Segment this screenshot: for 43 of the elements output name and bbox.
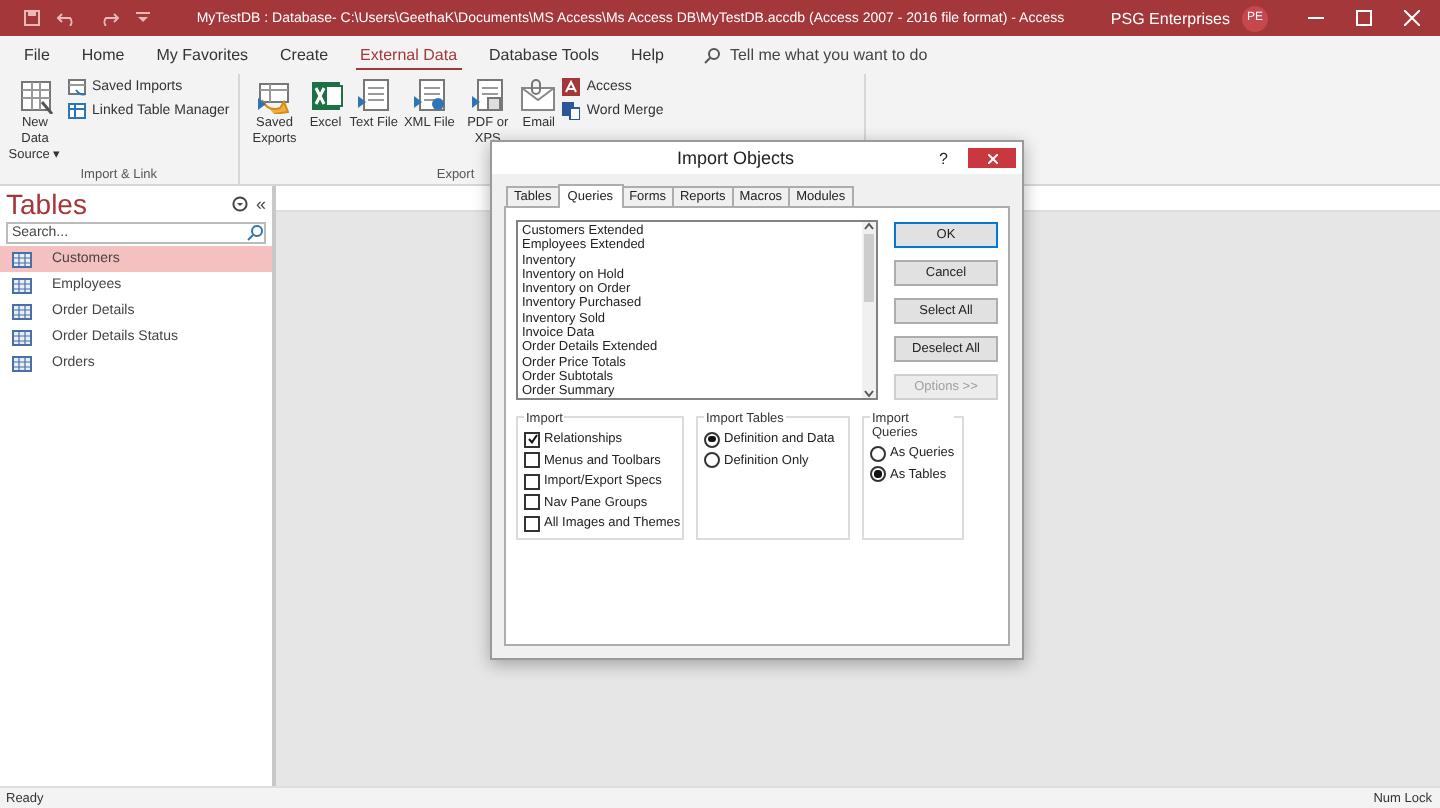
- radio-button[interactable]: [870, 445, 886, 461]
- account-name: PSG Enterprises: [1110, 9, 1230, 27]
- radio-button[interactable]: [704, 431, 720, 447]
- linked-table-icon: [68, 102, 86, 120]
- customize-caret-icon[interactable]: [136, 12, 150, 24]
- scrollbar-thumb[interactable]: [864, 234, 874, 302]
- menu-tab[interactable]: Home: [65, 42, 141, 68]
- scroll-down-icon[interactable]: [864, 390, 874, 398]
- table-icon: [12, 277, 32, 293]
- maximize-icon[interactable]: [1356, 10, 1372, 26]
- radio-button[interactable]: [870, 466, 886, 482]
- checkmark-icon: [527, 434, 537, 444]
- menu-tab[interactable]: Database Tools: [473, 42, 616, 68]
- table-icon: [12, 355, 32, 371]
- close-button[interactable]: [968, 148, 1016, 168]
- dialog-title: Import Objects: [675, 148, 797, 168]
- pane-title: Tables: [6, 188, 89, 220]
- checkbox[interactable]: [524, 473, 540, 489]
- checkbox[interactable]: [524, 452, 540, 468]
- menu-tab[interactable]: Create: [264, 42, 345, 68]
- menu-tab[interactable]: My Favorites: [140, 42, 265, 68]
- radio-button[interactable]: [704, 452, 720, 468]
- close-icon[interactable]: [1404, 10, 1420, 26]
- scroll-up-icon[interactable]: [864, 222, 874, 230]
- word-merge-icon: [562, 102, 581, 120]
- menu-tab[interactable]: Help: [615, 42, 680, 68]
- collapse-button[interactable]: «: [255, 194, 266, 214]
- dropdown-circle-icon[interactable]: [231, 196, 248, 212]
- table-icon: [12, 251, 32, 267]
- help-button[interactable]: ?: [939, 149, 948, 167]
- close-icon: [987, 153, 997, 163]
- table-icon: [12, 329, 32, 345]
- search-icon[interactable]: [246, 224, 264, 242]
- tell-me-field[interactable]: Tell me what you want to do: [729, 46, 928, 64]
- checkbox[interactable]: [524, 515, 540, 531]
- checkbox[interactable]: [524, 431, 540, 447]
- menu-tab[interactable]: File: [8, 42, 66, 68]
- save-icon[interactable]: [24, 10, 40, 26]
- checkbox[interactable]: [524, 494, 540, 510]
- menu-tab[interactable]: External Data: [344, 42, 474, 68]
- object-list[interactable]: [516, 220, 878, 400]
- table-icon: [12, 303, 32, 319]
- search-icon: [703, 47, 720, 63]
